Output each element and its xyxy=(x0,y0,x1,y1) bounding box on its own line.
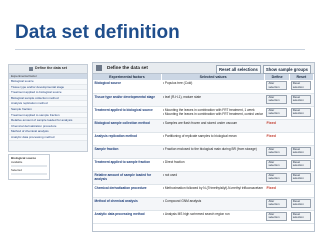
table-row: Treatment applied to biological sourceMo… xyxy=(93,106,314,120)
factor-table: Experimental factors Selected values Def… xyxy=(93,74,315,224)
fixed-badge: Fixed xyxy=(266,120,276,125)
reset-selection-button[interactable]: Reset selection xyxy=(290,211,311,221)
selected-value: Direct fraction xyxy=(163,160,264,164)
fixed-badge: Fixed xyxy=(266,133,276,138)
selected-value: Populus tree (Cold) xyxy=(163,81,264,85)
selected-values: Direct fraction xyxy=(161,158,265,172)
mini-factor-item[interactable]: Analytic data processing method xyxy=(9,134,87,141)
selected-value: Fraction enclosed to the biological main… xyxy=(163,147,264,151)
dataset-definition-panel: Define the data set Reset all selections… xyxy=(92,62,315,232)
selected-value: Compound GNM analysis xyxy=(163,199,264,203)
factor-name: Tissue type and/or developmental stage xyxy=(93,93,162,107)
table-row: Treatment applied to sample fractionDire… xyxy=(93,158,314,172)
factor-name: Chemical derivatization procedure xyxy=(93,184,162,198)
factor-name: Relative amount of sample loaded for ana… xyxy=(93,171,162,185)
table-row: Biological sourcePopulus tree (Cold)Alte… xyxy=(93,80,314,94)
factor-name: Analytic data processing method xyxy=(93,210,162,224)
table-row: Relative amount of sample loaded for ana… xyxy=(93,171,314,185)
selected-values: Analysis MS high scrimmed search region … xyxy=(161,210,265,224)
factor-name: Method of chemical analysis xyxy=(93,197,162,211)
reset-all-selections-button[interactable]: Reset all selections xyxy=(216,64,261,74)
factor-name: Treatment applied to biological source xyxy=(93,106,162,120)
panel-header: Define the data set Reset all selections… xyxy=(93,63,314,74)
table-row: Method of chemical analysisCompound GNM … xyxy=(93,197,314,211)
panel-title: Define the data set xyxy=(107,65,148,70)
mini-panel-title: Define the data set xyxy=(35,66,67,70)
selected-values: leaf (R-H-1), mature state xyxy=(161,93,265,107)
selected-value: Analysis MS high scrimmed search region … xyxy=(163,212,264,216)
reset-selection-button[interactable]: Reset selection xyxy=(290,81,311,91)
alter-selection-button[interactable]: Alter selection xyxy=(266,159,287,169)
selected-value: not used xyxy=(163,173,264,177)
table-row: Analytic data processing methodAnalysis … xyxy=(93,210,314,224)
alter-selection-button[interactable]: Alter selection xyxy=(266,81,287,91)
title-divider xyxy=(15,49,305,50)
reset-selection-button[interactable]: Reset selection xyxy=(290,172,311,182)
reset-selection-button[interactable]: Reset selection xyxy=(290,107,311,117)
mini-factor-panel: Define the data set Experimental factor … xyxy=(8,64,88,152)
alter-selection-button[interactable]: Alter selection xyxy=(266,94,287,104)
reset-selection-button[interactable]: Reset selection xyxy=(290,159,311,169)
selected-values: Populus tree (Cold) xyxy=(161,80,265,94)
alter-selection-button[interactable]: Alter selection xyxy=(266,211,287,221)
mini-factor-list: Biological source Tissue type and/or dev… xyxy=(9,79,87,141)
alter-selection-button[interactable]: Alter selection xyxy=(266,146,287,156)
reset-selection-button[interactable]: Reset selection xyxy=(290,94,311,104)
selected-value: Partitioning of replicate samples to bio… xyxy=(163,134,264,138)
alter-selection-button[interactable]: Alter selection xyxy=(266,172,287,182)
selected-value: Mounting the leaves in combination with … xyxy=(163,108,264,112)
slide-title: Data set definition xyxy=(15,22,180,43)
fixed-badge: Fixed xyxy=(266,185,276,190)
factor-name: Biological source xyxy=(93,80,162,94)
selected-values: Mounting the leaves in combination with … xyxy=(161,106,265,120)
selected-values: Methoximation followed by N-(Trimethylsi… xyxy=(161,184,265,198)
selected-values: Compound GNM analysis xyxy=(161,197,265,211)
alter-selection-button[interactable]: Alter selection xyxy=(266,198,287,208)
selected-list[interactable] xyxy=(11,173,47,175)
mini-biological-source-dialog: Biological source Available Selected xyxy=(8,154,50,180)
selected-values: Partitioning of replicate samples to bio… xyxy=(161,132,265,146)
available-list[interactable] xyxy=(11,165,47,167)
factor-name: Treatment applied to sample fraction xyxy=(93,158,162,172)
table-row: Biological sample collection methodSampl… xyxy=(93,119,314,133)
table-row: Chemical derivatization procedureMethoxi… xyxy=(93,184,314,198)
mini-panel-header: Define the data set xyxy=(9,65,87,74)
selected-values: not used xyxy=(161,171,265,185)
factor-name: Biological sample collection method xyxy=(93,119,162,133)
selected-value: Methoximation followed by N-(Trimethylsi… xyxy=(163,186,264,190)
alter-selection-button[interactable]: Alter selection xyxy=(266,107,287,117)
selected-values: Samples are flash frozen and stored unde… xyxy=(161,119,265,133)
selected-label: Selected xyxy=(11,168,22,172)
selected-value: leaf (R-H-1), mature state xyxy=(163,95,264,99)
selected-value: Mounting the leaves in combination with … xyxy=(163,112,264,116)
reset-selection-button[interactable]: Reset selection xyxy=(290,146,311,156)
table-row: Tissue type and/or developmental stagele… xyxy=(93,93,314,107)
show-sample-groups-button[interactable]: Show sample groups xyxy=(262,64,311,74)
dataset-icon xyxy=(96,65,102,71)
dataset-icon xyxy=(29,67,33,71)
selected-value: Samples are flash frozen and stored unde… xyxy=(163,121,264,125)
reset-selection-button[interactable]: Reset selection xyxy=(290,198,311,208)
factor-name: Analysis replication method xyxy=(93,132,162,146)
table-row: Analysis replication methodPartitioning … xyxy=(93,132,314,146)
available-label: Available xyxy=(11,160,23,164)
factor-name: Sample fraction xyxy=(93,145,162,159)
table-row: Sample fractionFraction enclosed to the … xyxy=(93,145,314,159)
selected-values: Fraction enclosed to the biological main… xyxy=(161,145,265,159)
